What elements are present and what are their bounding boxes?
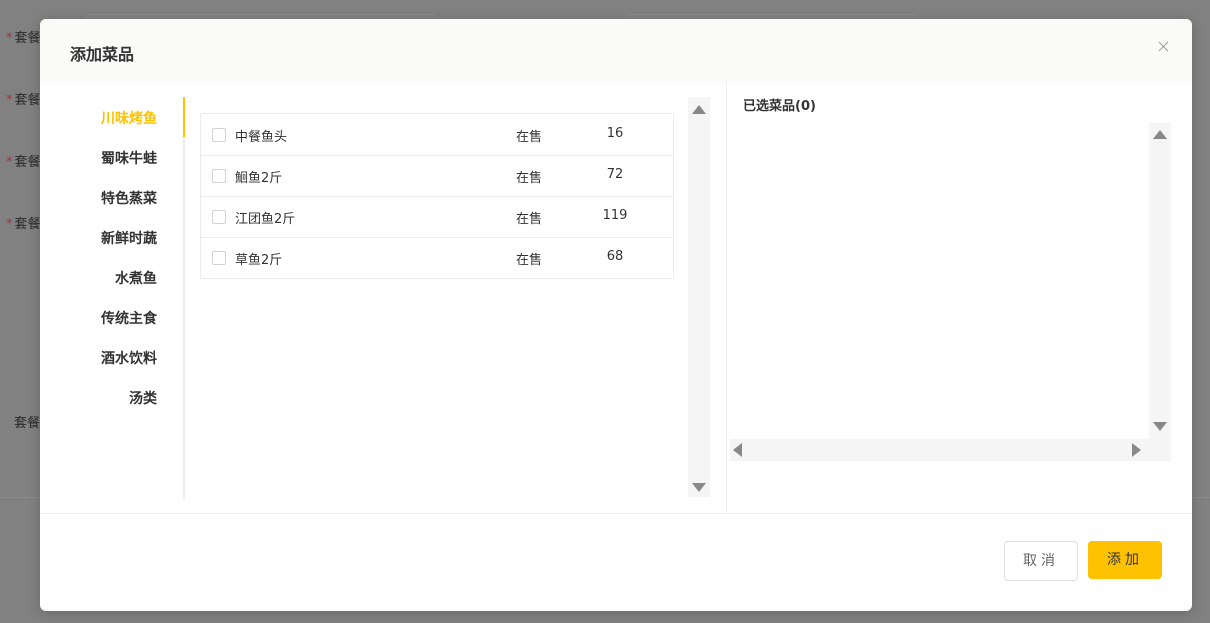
scroll-down-icon[interactable] [1153,422,1167,431]
panel-divider [726,82,727,513]
dish-price: 72 [606,167,624,182]
dish-price: 68 [606,249,624,264]
table-row[interactable]: 草鱼2斤 在售 68 [201,237,673,278]
dialog-header: 添加菜品 [40,19,1192,82]
category-label: 蜀味牛蛙 [101,151,157,167]
bg-form-label: * 套餐 [6,31,41,46]
bg-form-label: * 套餐 [6,217,41,232]
dish-checkbox[interactable] [212,169,226,183]
selected-dishes-title: 已选菜品(0) [743,99,816,114]
scroll-up-icon[interactable] [692,105,706,114]
bg-form-label: * 套餐 [6,93,41,108]
scroll-up-icon[interactable] [1153,130,1167,139]
cancel-button[interactable]: 取消 [1004,541,1078,581]
category-label: 新鲜时蔬 [101,231,157,247]
category-list: 川味烤鱼 蜀味牛蛙 特色蒸菜 新鲜时蔬 水煮鱼 传统主食 酒水饮料 汤类 [40,97,185,499]
dish-name: 草鱼2斤 [235,253,283,268]
category-item[interactable]: 蜀味牛蛙 [40,137,185,177]
dish-name: 江团鱼2斤 [235,212,296,227]
dish-checkbox[interactable] [212,251,226,265]
category-label: 酒水饮料 [101,351,157,367]
table-row[interactable]: 江团鱼2斤 在售 119 [201,196,673,238]
category-label: 川味烤鱼 [101,111,157,127]
bg-form-label: 套餐 [14,416,41,431]
add-dish-dialog: 添加菜品 川味烤鱼 蜀味牛蛙 特色蒸菜 新鲜时蔬 水煮鱼 传统主食 酒水饮料 汤… [40,19,1192,611]
scroll-left-icon[interactable] [733,443,742,457]
dish-price: 119 [602,208,628,223]
dish-list-scrollbar[interactable] [688,97,710,497]
scroll-down-icon[interactable] [692,483,706,492]
dish-name: 中餐鱼头 [235,130,288,145]
selected-list-horizontal-scrollbar[interactable] [730,439,1171,461]
scroll-right-icon[interactable] [1132,443,1141,457]
dish-status: 在售 [516,253,543,268]
table-row[interactable]: 中餐鱼头 在售 16 [201,114,673,156]
category-label: 特色蒸菜 [101,191,157,207]
table-row[interactable]: 鮰鱼2斤 在售 72 [201,155,673,197]
dish-status: 在售 [516,212,543,227]
close-icon[interactable] [1156,39,1172,55]
dish-name: 鮰鱼2斤 [235,171,283,186]
dialog-title: 添加菜品 [70,45,135,64]
dish-status: 在售 [516,130,543,145]
category-label: 水煮鱼 [115,271,157,287]
category-item[interactable]: 特色蒸菜 [40,177,185,217]
dish-table: 中餐鱼头 在售 16 鮰鱼2斤 在售 72 江团鱼2斤 在售 119 草鱼2斤 … [200,113,674,279]
category-item[interactable]: 汤类 [40,377,185,417]
category-label: 汤类 [129,391,157,407]
category-item[interactable]: 酒水饮料 [40,337,185,377]
category-item[interactable]: 传统主食 [40,297,185,337]
dish-price: 16 [606,126,624,141]
dish-status: 在售 [516,171,543,186]
dish-checkbox[interactable] [212,128,226,142]
category-item[interactable]: 水煮鱼 [40,257,185,297]
footer-divider [40,513,1192,514]
category-label: 传统主食 [101,311,157,327]
selected-list-vertical-scrollbar[interactable] [1149,123,1171,441]
bg-form-label: * 套餐 [6,155,41,170]
add-button[interactable]: 添加 [1088,541,1162,579]
dish-checkbox[interactable] [212,210,226,224]
category-item[interactable]: 川味烤鱼 [40,97,185,137]
category-item[interactable]: 新鲜时蔬 [40,217,185,257]
